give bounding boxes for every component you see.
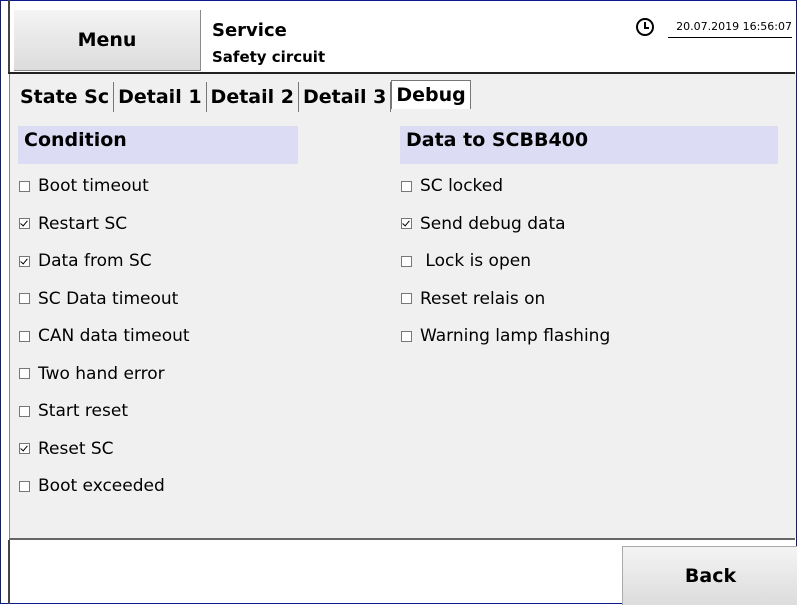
checkbox-checked-icon[interactable] (19, 443, 30, 454)
checkbox-unchecked-icon[interactable] (19, 180, 30, 192)
checkbox-row[interactable]: Data from SC (19, 251, 152, 271)
checkbox-label: CAN data timeout (38, 326, 190, 346)
checkbox-row[interactable]: SC locked (401, 176, 503, 196)
checkbox-label: Boot timeout (38, 176, 149, 196)
checkbox-unchecked-icon[interactable] (401, 293, 412, 304)
checkbox-row[interactable]: Boot timeout (19, 176, 149, 196)
checkbox-label: SC Data timeout (38, 288, 179, 309)
menu-button[interactable]: Menu (14, 10, 201, 71)
checkbox-row[interactable]: Start reset (19, 401, 128, 421)
footer-separator (9, 538, 795, 540)
checkbox-checked-icon[interactable] (401, 218, 412, 229)
checkbox-unchecked-icon[interactable] (19, 480, 30, 492)
checkbox-unchecked-icon[interactable] (19, 405, 30, 417)
checkbox-row[interactable]: Two hand error (19, 364, 165, 384)
checkbox-row[interactable]: Send debug data (401, 214, 566, 234)
checkbox-row[interactable]: Lock is open (401, 251, 531, 271)
checkbox-label: Lock is open (420, 251, 531, 271)
checkbox-label: Data from SC (38, 251, 152, 271)
data-to-header: Data to SCBB400 (400, 126, 778, 164)
checkbox-label: Boot exceeded (38, 476, 165, 496)
checkbox-row[interactable]: SC Data timeout (19, 289, 178, 309)
back-button[interactable]: Back (622, 546, 797, 605)
tab-bar: State Sc Detail 1 Detail 2 Detail 3 Debu… (16, 80, 471, 114)
checkbox-unchecked-icon[interactable] (401, 255, 412, 267)
tab-detail-1[interactable]: Detail 1 (114, 82, 207, 112)
checkbox-row[interactable]: Boot exceeded (19, 476, 165, 496)
checkbox-row[interactable]: Warning lamp flashing (401, 326, 610, 346)
footer-divider-left (8, 540, 10, 604)
checkbox-unchecked-icon[interactable] (19, 368, 30, 379)
checkbox-label: Two hand error (38, 363, 165, 384)
checkbox-unchecked-icon[interactable] (19, 293, 30, 304)
tab-debug[interactable]: Debug (391, 80, 471, 109)
condition-header: Condition (18, 126, 298, 164)
checkbox-unchecked-icon[interactable] (401, 180, 412, 192)
header-divider-left (8, 0, 10, 72)
checkbox-row[interactable]: CAN data timeout (19, 326, 190, 346)
checkbox-label: Reset relais on (420, 288, 546, 309)
checkbox-row[interactable]: Reset SC (19, 439, 114, 459)
checkbox-unchecked-icon[interactable] (401, 330, 412, 342)
tab-detail-2[interactable]: Detail 2 (207, 82, 299, 112)
checkbox-checked-icon[interactable] (19, 255, 30, 267)
datetime-display: 20.07.2019 16:56:07 (668, 20, 792, 38)
checkbox-label: SC locked (420, 176, 504, 196)
page-subtitle: Safety circuit (212, 48, 326, 66)
clock-icon (636, 18, 654, 36)
page-title: Service (212, 20, 287, 41)
tab-detail-3[interactable]: Detail 3 (299, 82, 392, 112)
checkbox-unchecked-icon[interactable] (19, 330, 30, 342)
checkbox-label: Warning lamp flashing (420, 326, 611, 346)
checkbox-row[interactable]: Reset relais on (401, 289, 545, 309)
checkbox-row[interactable]: Restart SC (19, 214, 127, 234)
checkbox-label: Start reset (38, 401, 128, 421)
checkbox-checked-icon[interactable] (19, 218, 30, 229)
checkbox-label: Reset SC (38, 438, 114, 459)
tab-state-sc[interactable]: State Sc (16, 82, 115, 112)
checkbox-label: Send debug data (420, 213, 566, 234)
checkbox-label: Restart SC (38, 213, 128, 234)
